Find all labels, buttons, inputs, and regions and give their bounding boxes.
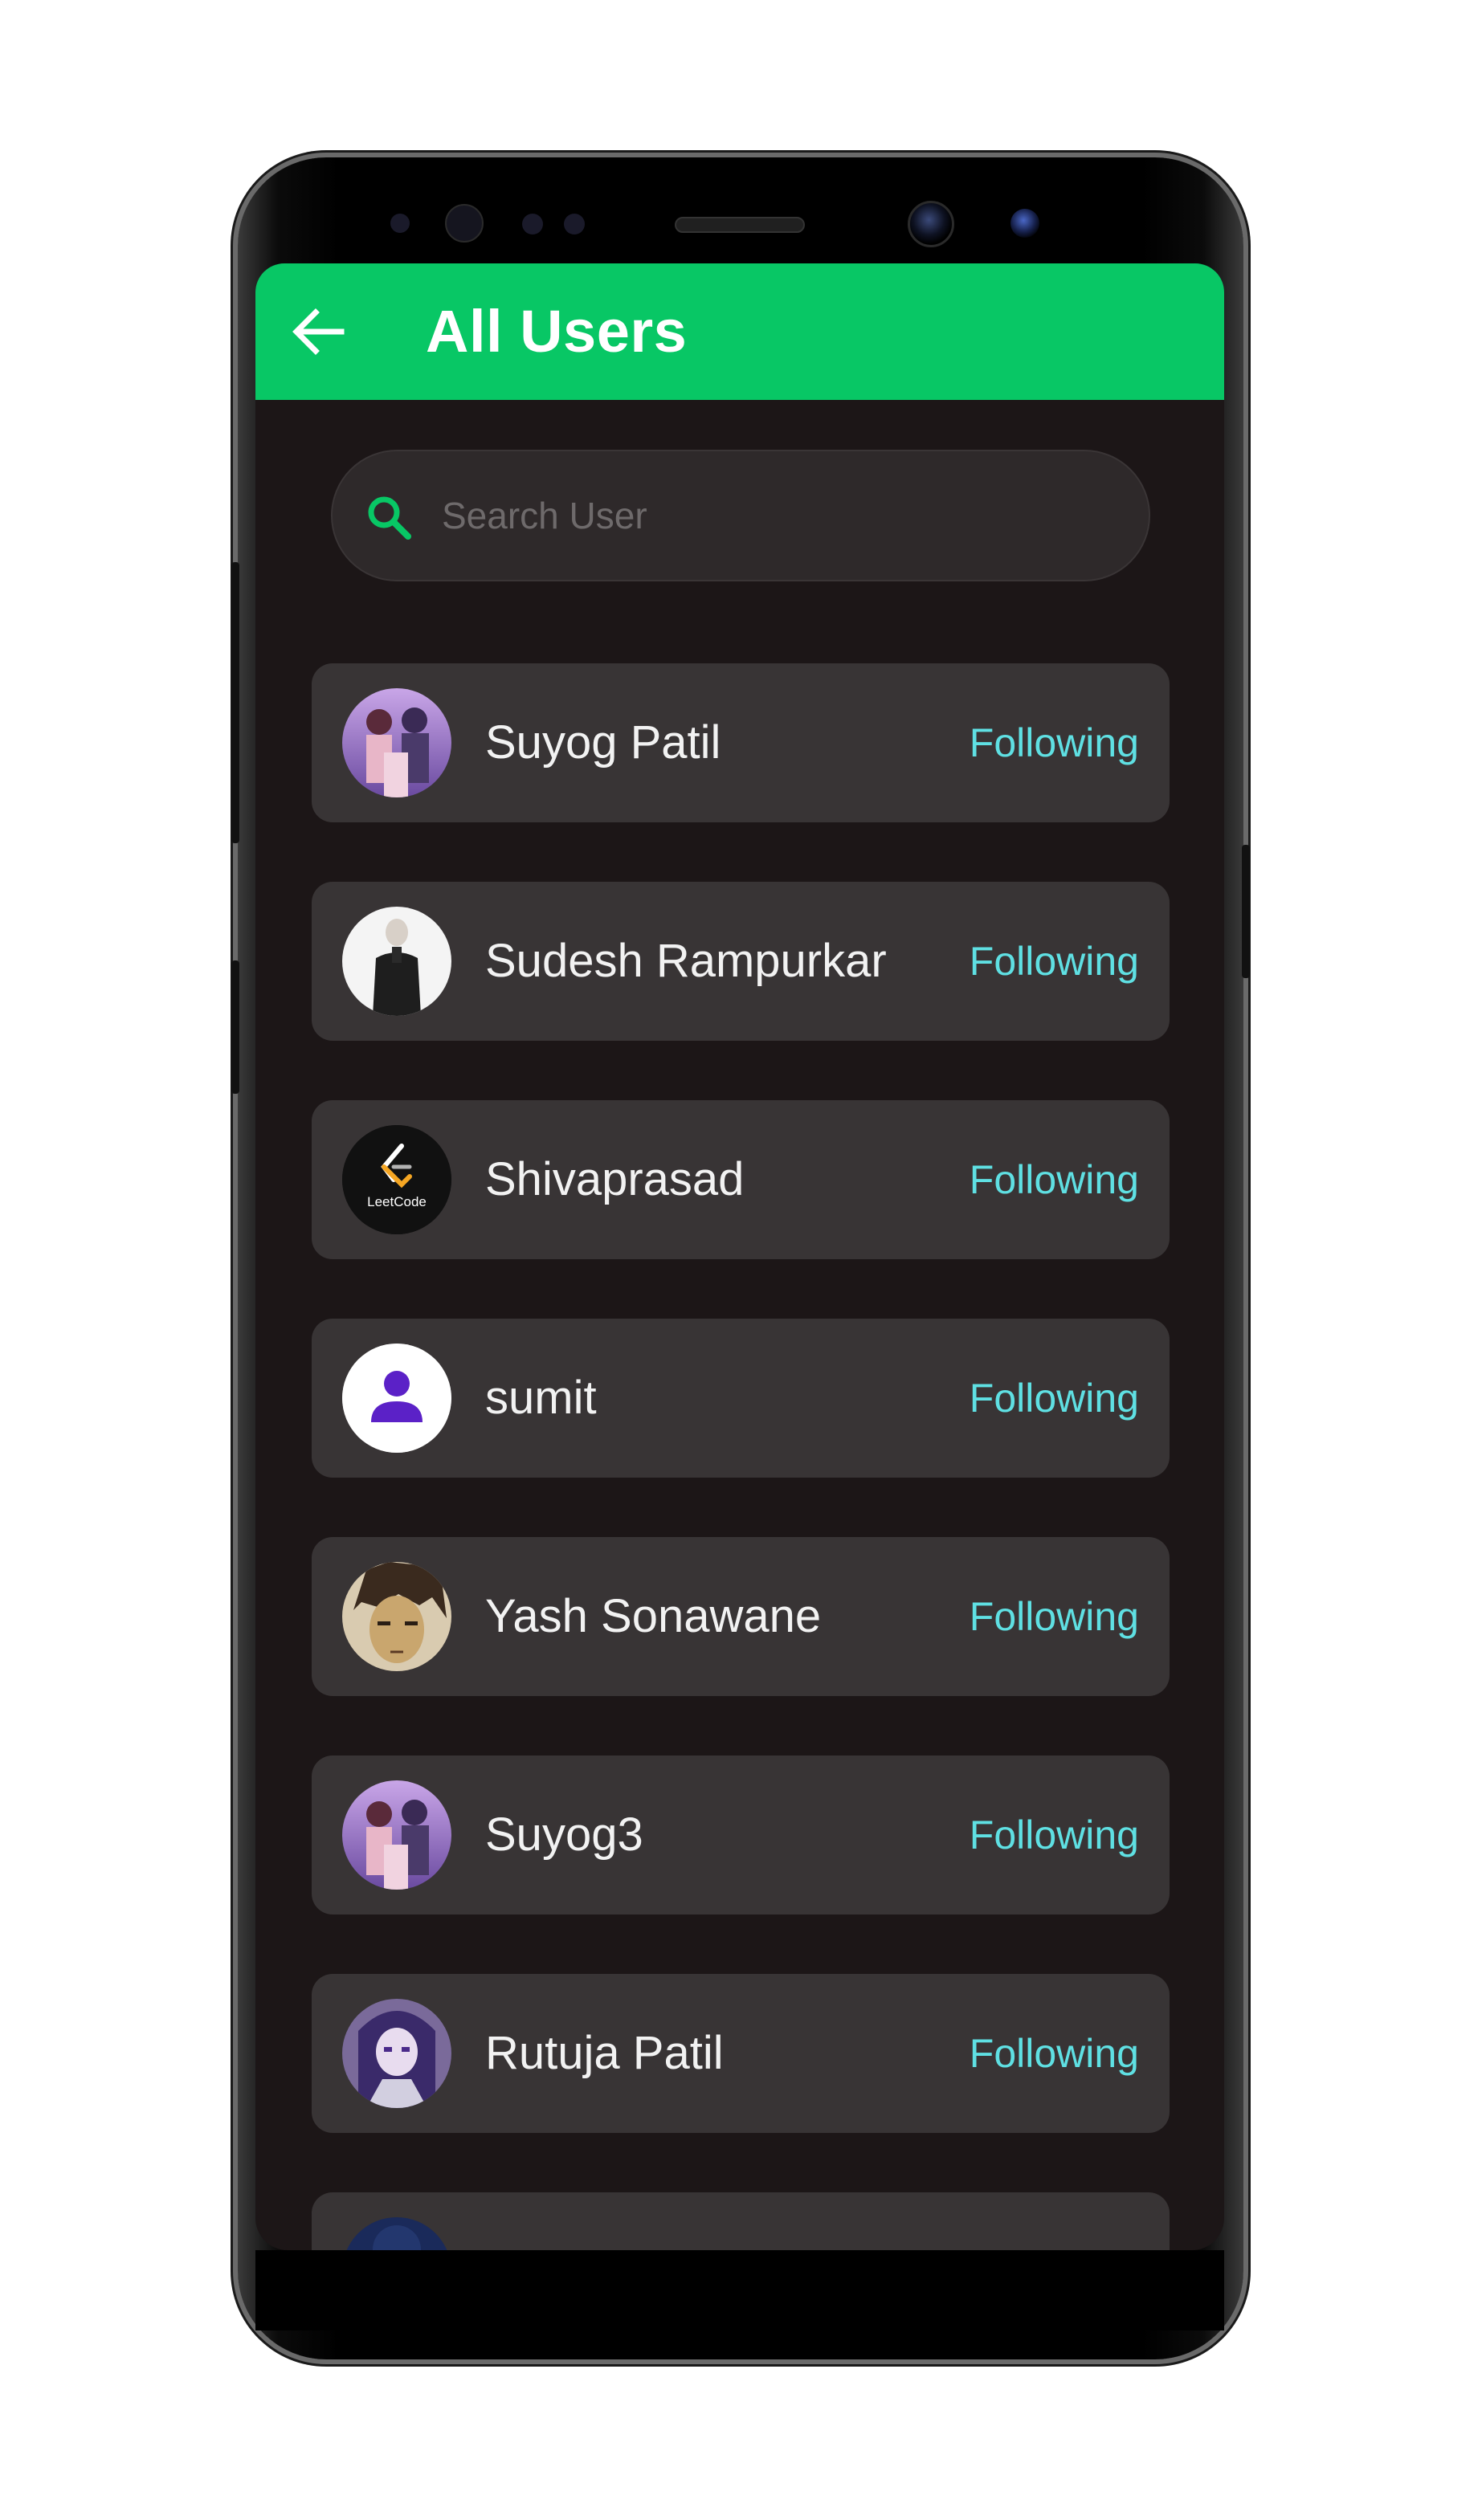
front-camera [908,201,954,247]
sensor-dot [390,214,410,233]
avatar [342,1344,451,1453]
search-bar[interactable] [331,450,1150,581]
user-card[interactable]: Yash Sonawane Following [312,1537,1170,1696]
user-name: Shivaprasad [485,1153,745,1205]
avatar [342,688,451,797]
bixby-button [231,960,239,1094]
dark-avatar-icon [342,2217,451,2250]
user-name: Yash Sonawane [485,1590,822,1642]
app-bar: All Users [255,263,1224,400]
page-title: All Users [426,298,688,365]
earpiece-speaker [675,217,805,233]
volume-button [231,562,239,843]
anime-purple-avatar-icon [342,1999,451,2108]
user-card[interactable]: Sudesh Rampurkar Following [312,882,1170,1041]
user-card[interactable]: Rutuja Patil Following [312,1974,1170,2133]
following-button[interactable]: Following [970,1537,1139,1696]
user-card[interactable]: Suyog3 Following [312,1755,1170,1914]
avatar: LeetCode [342,1125,451,1234]
sensor-dot [522,214,543,234]
anime-group-avatar-icon [342,688,451,797]
leetcode-wordmark: LeetCode [367,1194,427,1209]
user-name: Suyog3 [485,1808,643,1861]
app-screen: All Users Suyog Patil Following [255,263,1224,2250]
user-name: Suyog Patil [485,716,721,769]
bottom-bezel [255,2250,1224,2330]
avatar [342,907,451,1016]
default-user-icon [342,1344,451,1453]
user-card[interactable] [312,2192,1170,2250]
sensor-dot [564,214,585,234]
leetcode-logo-icon [342,1125,451,1234]
anime-group-avatar-icon [342,1780,451,1890]
arrow-left-icon [292,308,345,355]
following-button[interactable]: Following [970,663,1139,822]
person-suit-avatar-icon [342,907,451,1016]
following-button[interactable]: Following [970,1100,1139,1259]
sensor-dot [445,204,484,243]
user-card[interactable]: sumit Following [312,1319,1170,1478]
avatar [342,1999,451,2108]
avatar [342,1780,451,1890]
user-card[interactable]: Suyog Patil Following [312,663,1170,822]
power-button [1242,845,1250,978]
following-button[interactable]: Following [970,1755,1139,1914]
user-name: Sudesh Rampurkar [485,935,887,987]
following-button[interactable]: Following [970,1974,1139,2133]
anime-face-avatar-icon [342,1562,451,1671]
user-name: Rutuja Patil [485,2027,724,2079]
following-button[interactable]: Following [970,882,1139,1041]
user-card[interactable]: LeetCode Shivaprasad Following [312,1100,1170,1259]
user-name: sumit [485,1372,597,1424]
back-button[interactable] [286,305,350,358]
avatar [342,1562,451,1671]
camera-sensor [1010,209,1039,238]
search-icon [368,496,411,540]
search-input[interactable] [440,451,1115,580]
avatar [342,2217,451,2250]
following-button[interactable]: Following [970,1319,1139,1478]
